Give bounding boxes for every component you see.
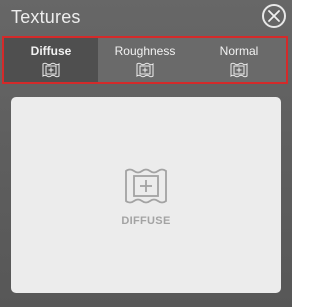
add-texture-icon [125, 168, 167, 204]
add-texture-icon [230, 62, 248, 78]
tab-label: Diffuse [30, 44, 72, 58]
add-texture-icon [42, 62, 60, 78]
close-icon [268, 10, 280, 22]
close-button[interactable] [262, 4, 286, 28]
texture-drop-area[interactable]: DIFFUSE [11, 97, 281, 293]
tab-diffuse[interactable]: Diffuse [4, 38, 98, 82]
tab-label: Normal [219, 44, 259, 58]
panel-title: Textures [11, 7, 81, 27]
tab-label: Roughness [114, 44, 176, 58]
add-texture-icon [136, 62, 154, 78]
textures-panel: Textures Diffuse Roughness Normal DIFFUS… [0, 0, 292, 307]
tab-normal[interactable]: Normal [192, 38, 286, 82]
tab-roughness[interactable]: Roughness [98, 38, 192, 82]
texture-tabs: Diffuse Roughness Normal [2, 36, 288, 84]
drop-area-label: DIFFUSE [121, 215, 171, 227]
